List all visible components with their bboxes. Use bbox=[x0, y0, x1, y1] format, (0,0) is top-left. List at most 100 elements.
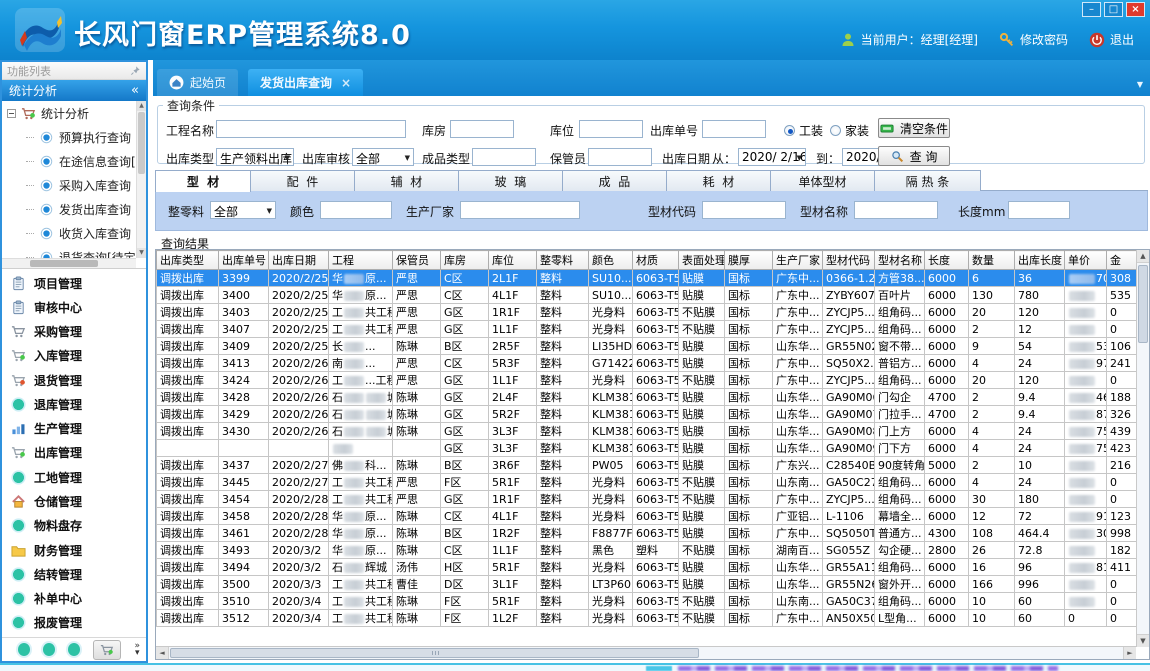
location-input[interactable] bbox=[579, 120, 643, 138]
table-row[interactable]: 调拨出库34282020/2/26石城陈琳G区2L4F整料KLM38176063… bbox=[157, 389, 1137, 406]
column-header-出库单号[interactable]: 出库单号 bbox=[219, 251, 269, 270]
sidebar-item-生产管理[interactable]: 生产管理 bbox=[11, 417, 146, 441]
radio-jiazhuang[interactable]: 家装 bbox=[830, 122, 869, 139]
column-header-工程[interactable]: 工程 bbox=[329, 251, 393, 270]
close-button[interactable]: × bbox=[1126, 2, 1145, 17]
table-row[interactable]: 调拨出库34932020/3/2华原...陈琳C区1L1F整料黑色塑料不贴膜国标… bbox=[157, 542, 1137, 559]
scroll-thumb[interactable] bbox=[170, 648, 699, 658]
tree-item-收货入库查询[interactable]: 收货入库查询 bbox=[2, 221, 136, 245]
scroll-up-icon[interactable]: ▲ bbox=[1137, 250, 1149, 263]
material-tab-型材[interactable]: 型 材 bbox=[155, 170, 251, 192]
table-vertical-scrollbar[interactable]: ▲ ▼ bbox=[1136, 250, 1149, 647]
date-from-select[interactable]: 2020/ 2/16 bbox=[738, 148, 806, 166]
material-tab-辅材[interactable]: 辅 材 bbox=[355, 170, 459, 191]
logout-button[interactable]: 退出 bbox=[1089, 31, 1134, 48]
table-horizontal-scrollbar[interactable]: ◄ ► bbox=[156, 646, 1136, 659]
maximize-button[interactable]: □ bbox=[1104, 2, 1123, 17]
column-header-出库类型[interactable]: 出库类型 bbox=[157, 251, 219, 270]
column-header-表面处理[interactable]: 表面处理 bbox=[679, 251, 725, 270]
sidebar-item-出库管理[interactable]: 出库管理 bbox=[11, 441, 146, 465]
column-header-单价[interactable]: 单价 bbox=[1065, 251, 1107, 270]
sidebar-item-财务管理[interactable]: 财务管理 bbox=[11, 538, 146, 562]
column-header-出库长度[interactable]: 出库长度 bbox=[1015, 251, 1065, 270]
table-row[interactable]: 调拨出库35122020/3/4工共工程陈琳F区1L2F整料光身料6063-T5… bbox=[157, 610, 1137, 627]
tree-item-在途信息查询[待[interactable]: 在途信息查询[待 bbox=[2, 149, 136, 173]
column-header-生产厂家[interactable]: 生产厂家 bbox=[773, 251, 823, 270]
column-header-型材名称[interactable]: 型材名称 bbox=[875, 251, 925, 270]
column-header-材质[interactable]: 材质 bbox=[633, 251, 679, 270]
sidebar-item-采购管理[interactable]: 采购管理 bbox=[11, 320, 146, 344]
module-dot-button[interactable] bbox=[18, 643, 30, 656]
scroll-down-icon[interactable]: ▼ bbox=[1137, 634, 1149, 647]
factory-input[interactable] bbox=[460, 201, 580, 219]
sidebar-item-工地管理[interactable]: 工地管理 bbox=[11, 465, 146, 489]
table-row[interactable]: 调拨出库34302020/2/26石城陈琳G区3L3F整料KLM38176063… bbox=[157, 423, 1137, 440]
scroll-down-icon[interactable]: ▼ bbox=[137, 248, 146, 258]
scroll-left-icon[interactable]: ◄ bbox=[156, 647, 169, 659]
profile-code-input[interactable] bbox=[702, 201, 786, 219]
table-row[interactable]: 调拨出库34582020/2/28华原...陈琳C区4L1F整料光身料6063-… bbox=[157, 508, 1137, 525]
sidebar-section-header[interactable]: 统计分析 « bbox=[2, 80, 146, 101]
column-header-库房[interactable]: 库房 bbox=[441, 251, 489, 270]
column-header-数量[interactable]: 数量 bbox=[969, 251, 1015, 270]
sidebar-item-入库管理[interactable]: 入库管理 bbox=[11, 344, 146, 368]
tree-root-statistics[interactable]: 统计分析 bbox=[2, 101, 136, 125]
table-row[interactable]: G区3L3F整料KLM38176063-T5贴膜国标山东华...GA90M09.… bbox=[157, 440, 1137, 457]
cart-module-button[interactable] bbox=[93, 640, 121, 660]
table-row[interactable]: 调拨出库34612020/2/28华原...陈琳B区1R2F整料F8877FT6… bbox=[157, 525, 1137, 542]
material-tab-单体型材[interactable]: 单体型材 bbox=[771, 170, 875, 191]
tab-overflow-icon[interactable]: ▼ bbox=[1137, 80, 1143, 89]
project-name-input[interactable] bbox=[216, 120, 406, 138]
warehouse-input[interactable] bbox=[450, 120, 514, 138]
table-row[interactable]: 调拨出库34542020/2/28工共工程严思G区1R1F整料光身料6063-T… bbox=[157, 491, 1137, 508]
pin-icon[interactable] bbox=[130, 65, 141, 76]
profile-name-input[interactable] bbox=[854, 201, 938, 219]
tree-vertical-scrollbar[interactable]: ▲ ▼ bbox=[136, 101, 146, 258]
column-header-保管员[interactable]: 保管员 bbox=[393, 251, 441, 270]
collapse-icon[interactable]: « bbox=[131, 83, 139, 98]
table-row[interactable]: 调拨出库34072020/2/25工共工程严思G区1L1F整料光身料6063-T… bbox=[157, 321, 1137, 338]
column-header-出库日期[interactable]: 出库日期 bbox=[269, 251, 329, 270]
sidebar-item-退货管理[interactable]: 退货管理 bbox=[11, 368, 146, 392]
scroll-thumb[interactable] bbox=[138, 112, 145, 174]
search-button[interactable]: 查 询 bbox=[878, 146, 950, 166]
sidebar-item-审核中心[interactable]: 审核中心 bbox=[11, 295, 146, 319]
minimize-button[interactable]: – bbox=[1082, 2, 1101, 17]
sidebar-item-报废管理[interactable]: 报废管理 bbox=[11, 611, 146, 635]
table-row[interactable]: 调拨出库34372020/2/27佛科...陈琳B区3R6F整料PW056063… bbox=[157, 457, 1137, 474]
module-dot-button[interactable] bbox=[68, 643, 80, 656]
tree-item-预算执行查询[interactable]: 预算执行查询 bbox=[2, 125, 136, 149]
material-tab-玻璃[interactable]: 玻 璃 bbox=[459, 170, 563, 191]
clear-conditions-button[interactable]: 清空条件 bbox=[878, 118, 950, 138]
scroll-right-icon[interactable]: ► bbox=[1123, 647, 1136, 659]
table-row[interactable]: 调拨出库35002020/3/3工共工程曹佳D区3L1F整料LT3P606063… bbox=[157, 576, 1137, 593]
more-modules-button[interactable]: »▾ bbox=[134, 643, 140, 657]
tree-item-退货查询[待定][interactable]: 退货查询[待定] bbox=[2, 245, 136, 258]
table-row[interactable]: 调拨出库34032020/2/25工共工程严思G区1R1F整料光身料6063-T… bbox=[157, 304, 1137, 321]
scroll-thumb[interactable] bbox=[30, 260, 98, 267]
material-tab-成品[interactable]: 成 品 bbox=[563, 170, 667, 191]
order-no-input[interactable] bbox=[702, 120, 766, 138]
table-row[interactable]: 调拨出库34452020/2/27工共工程严思F区5R1F整料光身料6063-T… bbox=[157, 474, 1137, 491]
column-header-膜厚[interactable]: 膜厚 bbox=[725, 251, 773, 270]
sidebar-item-项目管理[interactable]: 项目管理 bbox=[11, 271, 146, 295]
tree-item-采购入库查询[interactable]: 采购入库查询 bbox=[2, 173, 136, 197]
part-select[interactable]: 全部 bbox=[210, 201, 276, 219]
sidebar-item-补单中心[interactable]: 补单中心 bbox=[11, 587, 146, 611]
material-tab-配件[interactable]: 配 件 bbox=[251, 170, 355, 191]
table-row[interactable]: 调拨出库35102020/3/4工共工程陈琳F区5R1F整料光身料6063-T5… bbox=[157, 593, 1137, 610]
length-input[interactable] bbox=[1008, 201, 1070, 219]
tree-horizontal-scrollbar[interactable] bbox=[2, 258, 136, 268]
tab-home[interactable]: 起始页 bbox=[157, 69, 238, 96]
scroll-thumb[interactable] bbox=[1138, 265, 1148, 343]
column-header-颜色[interactable]: 颜色 bbox=[589, 251, 633, 270]
column-header-整零料[interactable]: 整零料 bbox=[537, 251, 589, 270]
module-dot-button[interactable] bbox=[43, 643, 55, 656]
color-input[interactable] bbox=[320, 201, 392, 219]
table-row[interactable]: 调拨出库34002020/2/25华原...严思C区4L1F整料SU10...6… bbox=[157, 287, 1137, 304]
product-type-input[interactable] bbox=[472, 148, 536, 166]
audit-select[interactable]: 全部 bbox=[352, 148, 414, 166]
table-row[interactable]: 调拨出库34132020/2/26南...严思C区5R3F整料G71422606… bbox=[157, 355, 1137, 372]
out-type-select[interactable]: 生产领料出库 bbox=[216, 148, 294, 166]
keeper-input[interactable] bbox=[588, 148, 652, 166]
